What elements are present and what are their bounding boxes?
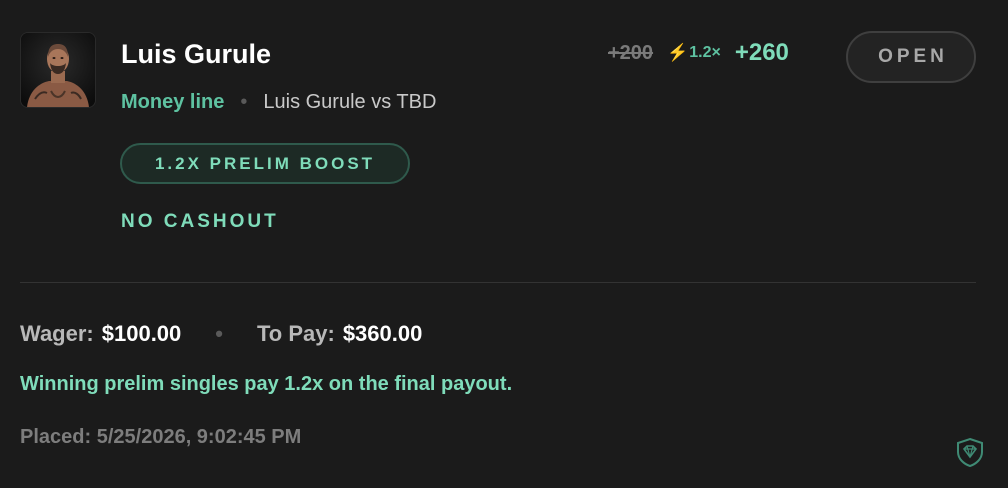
placed-timestamp: Placed: 5/25/2026, 9:02:45 PM (20, 426, 301, 449)
original-odds: +200 (608, 41, 654, 64)
separator-dot: • (240, 90, 248, 113)
fighter-name: Luis Gurule (121, 39, 272, 69)
market-type: Money line (121, 90, 225, 113)
lightning-bolt-icon: ⚡ (667, 43, 689, 62)
to-pay-label: To Pay: (256, 321, 335, 346)
boosted-odds: +260 (734, 39, 789, 66)
wager-summary: Wager: $100.00 • To Pay: $360.00 (20, 319, 422, 349)
bet-card: Luis Gurule +200 ⚡ 1.2× +260 OPEN Money … (0, 0, 1008, 488)
promo-boost-badge: 1.2X PRELIM BOOST (120, 143, 410, 184)
to-pay-value: $360.00 (342, 321, 423, 346)
bet-subline: Money line • Luis Gurule vs TBD (121, 88, 436, 116)
divider (20, 282, 976, 283)
boost-indicator: ⚡ 1.2× (667, 43, 721, 63)
placed-value: 5/25/2026, 9:02:45 PM (96, 426, 302, 448)
placed-label: Placed: (20, 426, 92, 448)
fighter-avatar (20, 32, 96, 108)
promo-note: Winning prelim singles pay 1.2x on the f… (20, 373, 513, 395)
boost-multiplier: 1.2× (689, 44, 721, 61)
separator-dot: • (215, 321, 223, 346)
wager-value: $100.00 (101, 321, 182, 346)
bet-status-button[interactable]: OPEN (846, 31, 976, 83)
shield-diamond-icon (957, 437, 983, 467)
matchup: Luis Gurule vs TBD (263, 90, 437, 113)
fighter-headshot-image (21, 33, 95, 107)
no-cashout-label: NO CASHOUT (121, 211, 279, 232)
wager-label: Wager: (20, 321, 94, 346)
odds-row: +200 ⚡ 1.2× +260 (608, 37, 789, 69)
